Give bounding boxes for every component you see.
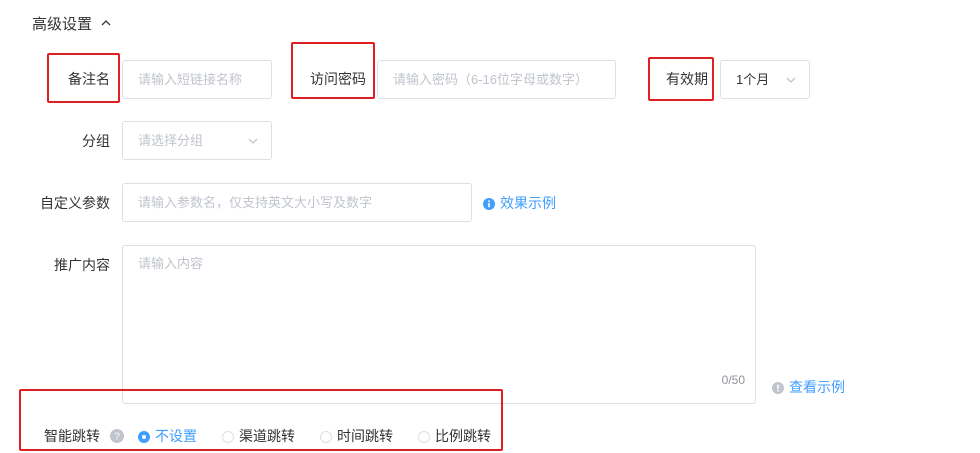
info-icon (772, 382, 784, 394)
info-icon (483, 198, 495, 210)
group-placeholder: 请选择分组 (138, 133, 204, 148)
custom-param-label: 自定义参数 (40, 195, 110, 211)
char-counter: 0/50 (721, 373, 745, 387)
group-select[interactable]: 请选择分组 (122, 121, 272, 160)
password-input[interactable]: 请输入密码（6-16位字母或数字） (377, 60, 616, 99)
validity-value: 1个月 (736, 72, 770, 87)
chevron-down-icon (786, 77, 796, 83)
promo-placeholder: 请输入内容 (138, 256, 204, 271)
highlight-box-smart-jump (19, 389, 503, 451)
custom-param-input[interactable]: 请输入参数名，仅支持英文大小写及数字 (122, 183, 472, 222)
validity-select[interactable]: 1个月 (720, 60, 810, 99)
highlight-box-validity (648, 57, 714, 101)
section-title: 高级设置 (32, 16, 93, 33)
highlight-box-remark (47, 53, 120, 103)
effect-example-link[interactable]: 效果示例 (483, 193, 556, 213)
view-example-text: 查看示例 (789, 379, 845, 395)
view-example-link[interactable]: 查看示例 (772, 377, 845, 397)
promo-label: 推广内容 (54, 257, 110, 273)
group-label: 分组 (82, 133, 110, 149)
remark-input[interactable]: 请输入短链接名称 (122, 60, 272, 99)
effect-example-text: 效果示例 (500, 195, 556, 211)
chevron-up-icon (102, 20, 111, 26)
chevron-down-icon (248, 138, 258, 144)
highlight-box-password (291, 42, 375, 99)
promo-textarea[interactable]: 请输入内容 0/50 (122, 245, 756, 404)
section-header[interactable]: 高级设置 (32, 14, 112, 36)
